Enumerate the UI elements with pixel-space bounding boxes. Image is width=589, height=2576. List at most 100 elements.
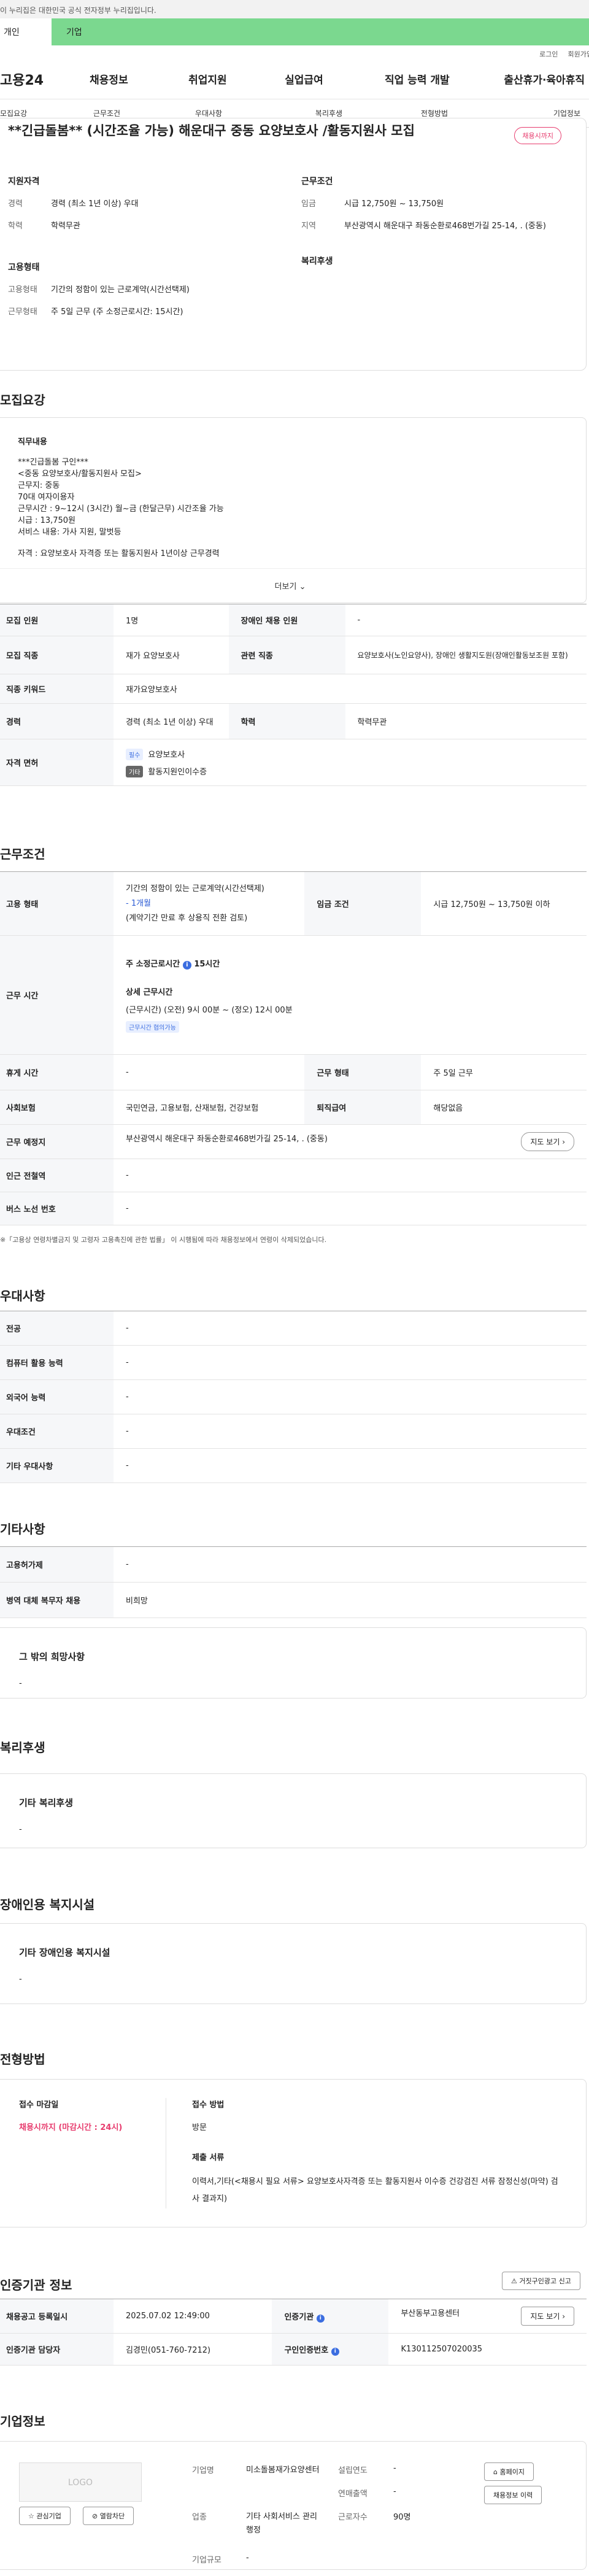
- est-label: 설립연도: [338, 2466, 368, 2475]
- bus-label: 버스 노선 번호: [0, 1192, 114, 1225]
- insurance-value: 국민연금, 고용보험, 산재보험, 건강보험: [114, 1090, 305, 1125]
- join-link[interactable]: 회원가입: [568, 50, 589, 58]
- report-button[interactable]: ⚠ 거짓구인광고 신고: [502, 2272, 580, 2290]
- detail-hours-value: (근무시간) (오전) 9시 00분 ~ (정오) 12시 00분: [126, 1006, 293, 1015]
- util-links: 로그인 회원가입: [0, 45, 589, 59]
- desc-line: 서비스 내용: 가사 지원, 말벗등: [18, 528, 121, 537]
- gnb-item-training[interactable]: 직업 능력 개발: [334, 71, 499, 87]
- login-link[interactable]: 로그인: [539, 50, 558, 58]
- pref-label: 우대조건: [0, 1414, 114, 1449]
- pref-label: 외국어 능력: [0, 1379, 114, 1414]
- chevron-down-icon: ⌄: [299, 582, 306, 592]
- place-value: 부산광역시 해운대구 좌동순환로468번가길 25-14, . (중동): [126, 1135, 328, 1144]
- more-label: 더보기: [274, 582, 297, 592]
- sales-value: -: [393, 2487, 396, 2496]
- method-title: 접수 방법: [192, 2100, 225, 2110]
- deadline-block: 접수 마감일 채용시까지 (마감시간 : 24시): [19, 2098, 166, 2208]
- pref-value: -: [114, 1414, 587, 1449]
- gnb-item-unemployment[interactable]: 실업급여: [274, 71, 335, 87]
- org-label: 인증기관 i: [272, 2299, 389, 2334]
- more-button[interactable]: 더보기 ⌄: [0, 568, 586, 603]
- etype-cell: 기간의 정함이 있는 근로계약(시간선택제) - 1개월 (계약기간 만료 후 상용…: [114, 871, 305, 936]
- info-icon[interactable]: i: [331, 2347, 339, 2356]
- etype-row-value: 기간의 정함이 있는 근로계약(시간선택제): [126, 884, 264, 893]
- wage-value: 시급 12,750원 ~ 13,750원: [344, 199, 444, 209]
- edu-label: 학력: [8, 222, 23, 231]
- site-logo[interactable]: 고용24: [0, 69, 76, 89]
- etype-value: 기간의 정함이 있는 근로계약(시간선택제): [51, 285, 190, 295]
- welfare-card: 기타 복리후생 -: [0, 1773, 587, 1848]
- deadline-badge: 채용시까지: [514, 127, 561, 144]
- reg-value: 2025.07.02 12:49:00: [114, 2299, 272, 2334]
- related-value: 요양보호사(노인요양사), 장애인 생활지도원(장애인활동보조원 포함): [345, 636, 587, 674]
- desc-line: <중동 요양보호사/활동지원사 모집>: [18, 469, 142, 479]
- detail-hours-title: 상세 근무시간: [126, 988, 173, 997]
- job-title: **긴급돌봄** (시간조율 가능) 해운대구 중동 요양보호사 /활동지원사 …: [8, 123, 415, 138]
- homepage-button[interactable]: ⌂ 홈페이지: [484, 2462, 534, 2481]
- snb-recruit[interactable]: 모집요강: [0, 108, 34, 118]
- est-value: -: [393, 2464, 396, 2473]
- job-history-button[interactable]: 채용정보 이력: [484, 2486, 542, 2504]
- prefs-section-title: 우대사항: [0, 1289, 45, 1303]
- etype-row-label: 고용 형태: [0, 871, 114, 936]
- contract-note: (계약기간 만료 후 상용직 전환 검토): [126, 913, 248, 923]
- prefs-table: 전공 - 컴퓨터 활용 능력 - 외국어 능력 - 우대조건 - 기타 우대사항 -: [0, 1311, 587, 1483]
- condition-block: 근무조건 임금 시급 12,750원 ~ 13,750원 지역 부산광역시 해운대구…: [290, 175, 572, 328]
- snb-welfare[interactable]: 복리후생: [238, 108, 420, 118]
- edu-row-label: 학력: [228, 703, 345, 739]
- gnb-item-employment-support[interactable]: 취업지원: [142, 71, 273, 87]
- method-block: 접수 방법 방문 제출 서류 이력서,기타(<채용시 필요 서류> 요양보호사자…: [166, 2098, 559, 2208]
- map-button[interactable]: 지도 보기 ›: [521, 1132, 574, 1151]
- deadline-title: 접수 마감일: [19, 2100, 59, 2110]
- name-value: 미소돌봄재가요양센터: [246, 2466, 320, 2475]
- etc-table: 고용허가제 - 병역 대체 복무자 채용 비희망: [0, 1546, 587, 1618]
- insurance-label: 사회보험: [0, 1090, 114, 1125]
- age-notice: ※「고용상 연령차별금지 및 고령자 고용촉진에 관한 법률」 이 시행됨에 따…: [0, 1236, 327, 1244]
- etc-section-title: 기타사항: [0, 1522, 45, 1537]
- snb-prefs[interactable]: 우대사항: [179, 108, 238, 118]
- etc-value: -: [114, 1546, 587, 1583]
- job-description: 직무내용 ***긴급돌봄 구인*** <중동 요양보호사/활동지원사 모집> 근…: [0, 418, 586, 568]
- job-description-box: 직무내용 ***긴급돌봄 구인*** <중동 요양보호사/활동지원사 모집> 근…: [0, 417, 587, 603]
- etc-label: 고용허가제: [0, 1546, 114, 1583]
- contract-period: - 1개월: [126, 898, 152, 908]
- keyword-value: 재가요양보호사: [114, 674, 587, 704]
- block-button[interactable]: ⊘ 열람차단: [83, 2507, 134, 2525]
- gnb-item-parental-leave[interactable]: 출산휴가·육아휴직: [499, 71, 589, 87]
- star-icon: ☆: [28, 2512, 34, 2520]
- staff-label: 인증기관 담당자: [0, 2333, 114, 2366]
- num-label-text: 구인인증번호: [284, 2345, 329, 2355]
- welfare-card-title: 기타 복리후생: [19, 1797, 74, 1808]
- agency-map-button[interactable]: 지도 보기 ›: [521, 2307, 574, 2326]
- desc-line: 근무시간 : 9~12시 (3시간) 월~금 (한달근무) 시간조율 가능: [18, 504, 224, 514]
- area-value: 부산광역시 해운대구 좌동순환로468번가길 25-14, . (중동): [344, 222, 546, 231]
- tab-personal[interactable]: 개인: [0, 18, 52, 45]
- emp-value: 90명: [393, 2513, 411, 2522]
- tab-company[interactable]: 기업: [52, 18, 589, 45]
- hope-card: 그 밖의 희망사항 -: [0, 1627, 587, 1699]
- license-label: 자격 면허: [0, 739, 114, 786]
- workform-label: 근무 형태: [304, 1054, 422, 1090]
- job-history-label: 채용정보 이력: [493, 2491, 533, 2499]
- desc-line: 시급 : 13,750원: [18, 516, 76, 525]
- info-icon[interactable]: i: [316, 2314, 325, 2323]
- snb-company[interactable]: 기업정보: [449, 108, 580, 118]
- snb-conditions[interactable]: 근무조건: [34, 108, 179, 118]
- facility-section-title: 장애인용 복지시설: [0, 1897, 95, 1912]
- snb-process[interactable]: 전형방법: [420, 108, 449, 118]
- favorite-button[interactable]: ☆ 관심기업: [19, 2507, 71, 2525]
- type-title: 고용형태: [8, 263, 40, 272]
- size-label: 기업규모: [192, 2556, 221, 2565]
- negotiable-badge: 근무시간 협의가능: [126, 1021, 179, 1033]
- rest-value: -: [114, 1054, 305, 1090]
- facility-card-title: 기타 장애인용 복지시설: [19, 1947, 110, 1958]
- wage-label: 임금: [301, 199, 316, 209]
- job-type-value: 재가 요양보호사: [114, 636, 229, 674]
- org-cell: 부산동부고용센터 지도 보기 ›: [388, 2299, 587, 2334]
- desc-line: 자격 : 요양보호사 자격증 또는 활동지원사 1년이상 근무경력: [18, 549, 220, 558]
- info-icon[interactable]: i: [182, 961, 191, 970]
- map-button-label: 지도 보기: [530, 1138, 560, 1146]
- count-value: 1명: [114, 604, 229, 636]
- gnb-item-jobs[interactable]: 채용정보: [76, 71, 142, 87]
- pension-value: 해당없음: [421, 1090, 587, 1125]
